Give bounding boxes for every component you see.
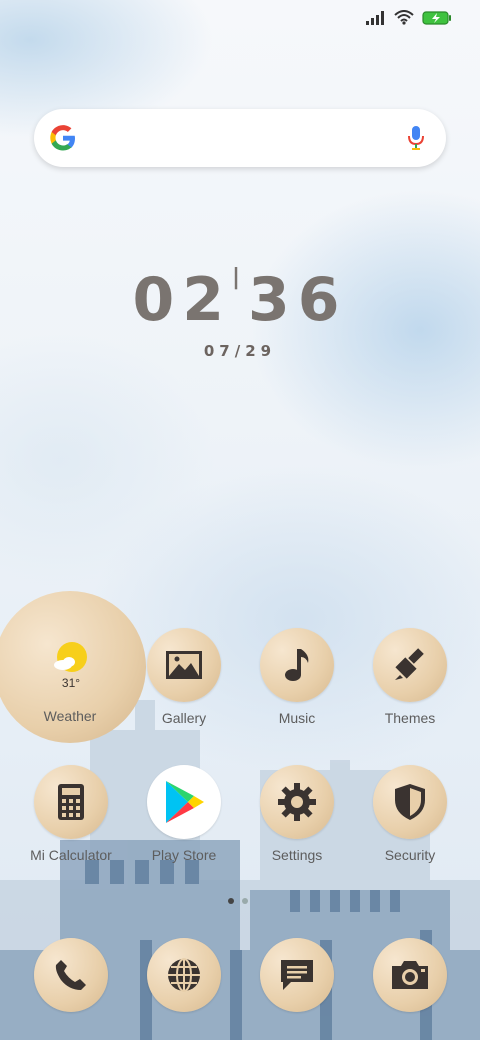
app-gallery[interactable]: Gallery xyxy=(134,628,234,726)
app-label: Mi Calculator xyxy=(30,847,112,863)
message-icon xyxy=(281,960,313,990)
clock-separator: | xyxy=(231,265,249,290)
app-security[interactable]: Security xyxy=(360,765,460,863)
app-play-store[interactable]: Play Store xyxy=(134,765,234,863)
app-icon-bg xyxy=(147,628,221,702)
dock-messages[interactable] xyxy=(247,938,347,1012)
gear-icon xyxy=(278,783,316,821)
date-text: 07/29 xyxy=(203,342,277,360)
app-label: Security xyxy=(384,847,436,863)
app-label: Play Store xyxy=(151,847,217,863)
app-icon-bg xyxy=(373,765,447,839)
dock-browser[interactable] xyxy=(134,938,234,1012)
app-icon-bg xyxy=(260,765,334,839)
search-bar[interactable] xyxy=(34,109,446,167)
mic-icon[interactable] xyxy=(408,125,424,151)
page-dot-active xyxy=(228,898,234,904)
clock-widget[interactable]: 02|36 xyxy=(0,265,480,335)
dock-phone[interactable] xyxy=(21,938,121,1012)
dock-camera[interactable] xyxy=(360,938,460,1012)
app-icon-bg xyxy=(260,628,334,702)
clock-hour-digit: 0 xyxy=(132,265,183,335)
sun-cloud-icon xyxy=(54,642,87,672)
globe-icon xyxy=(168,958,200,992)
app-icon-bg xyxy=(373,938,447,1012)
app-icon-bg xyxy=(147,765,221,839)
calculator-icon xyxy=(58,784,84,820)
paintbrush-icon xyxy=(395,648,424,680)
status-bar xyxy=(366,10,452,25)
app-icon-bg xyxy=(373,628,447,702)
signal-icon xyxy=(366,10,384,25)
battery-charging-icon xyxy=(422,10,451,25)
page-indicator xyxy=(228,898,248,904)
app-label: Settings xyxy=(271,847,323,863)
page-dot xyxy=(242,898,248,904)
app-icon-bg xyxy=(34,938,108,1012)
clock-hour-digit: 2 xyxy=(182,265,232,335)
app-music[interactable]: Music xyxy=(247,628,347,726)
shield-icon xyxy=(395,784,425,820)
app-icon-bg xyxy=(147,938,221,1012)
app-label-weather: Weather xyxy=(43,708,97,724)
app-settings[interactable]: Settings xyxy=(247,765,347,863)
app-themes[interactable]: Themes xyxy=(360,628,460,726)
phone-icon xyxy=(55,960,86,990)
weather-temp: 31° xyxy=(61,676,81,690)
app-label: Themes xyxy=(384,710,436,726)
app-icon-bg xyxy=(260,938,334,1012)
app-icon-bg xyxy=(34,765,108,839)
app-label: Music xyxy=(278,710,316,726)
app-mi-calculator[interactable]: Mi Calculator xyxy=(21,765,121,863)
image-icon xyxy=(166,651,202,679)
clock-minute-digit: 6 xyxy=(297,265,348,335)
play-store-icon xyxy=(166,781,204,823)
google-g-icon xyxy=(50,125,75,151)
camera-icon xyxy=(392,961,428,989)
music-note-icon xyxy=(285,649,309,681)
wifi-icon xyxy=(394,10,414,25)
app-label: Gallery xyxy=(161,710,207,726)
clock-minute-digit: 3 xyxy=(248,265,298,335)
